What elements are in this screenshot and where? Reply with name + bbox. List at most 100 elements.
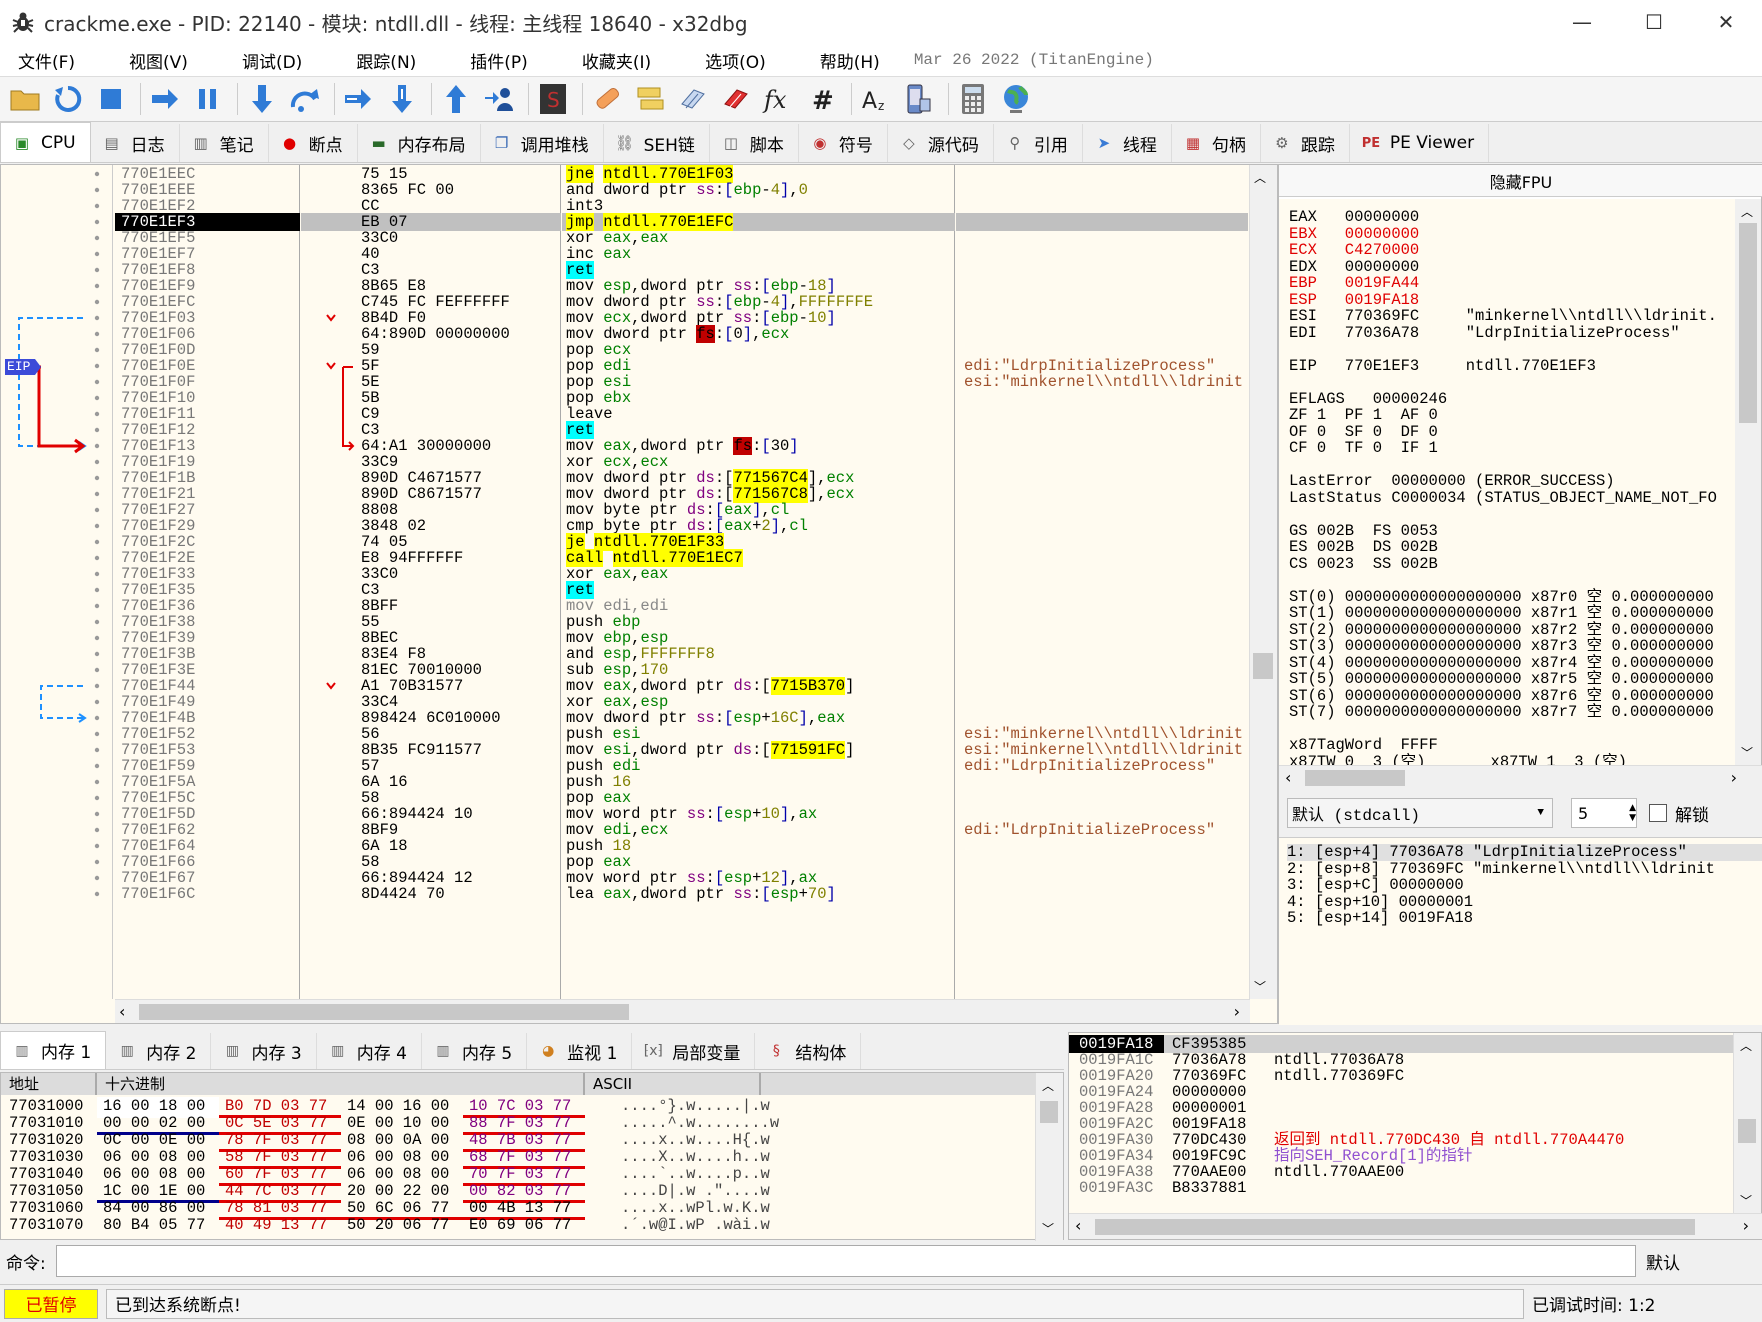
dump-ascii[interactable]: .´.w@I.wP .wài.w [585, 1216, 770, 1234]
dump-row[interactable]: 77031010 00 00 02 00 0C 5E 03 77 0E 00 10 0… [1, 1114, 779, 1135]
register-line[interactable]: EDX 00000000 [1289, 258, 1735, 276]
dump-header-address[interactable]: 地址 [1, 1073, 97, 1095]
scroll-right-icon[interactable]: › [1743, 1216, 1749, 1235]
register-line[interactable] [1289, 341, 1735, 358]
register-line[interactable]: ST(5) 0000000000000000000 x87r5 空 0.0000… [1289, 671, 1735, 688]
register-line[interactable]: ST(7) 0000000000000000000 x87r7 空 0.0000… [1289, 704, 1735, 721]
register-line[interactable] [1289, 506, 1735, 523]
dump-tab-3[interactable]: ▥ 内存 3 [211, 1033, 317, 1069]
disassembly-horizontal-scrollbar[interactable]: ‹ › [115, 999, 1250, 1023]
tab-pe-viewer[interactable]: PE PE Viewer [1349, 124, 1490, 162]
dump-row[interactable]: 77031060 84 00 86 00 78 81 03 77 50 6C 06 7… [1, 1199, 770, 1220]
dump-address[interactable]: 77031010 [1, 1114, 97, 1132]
dump-row[interactable]: 77031020 0C 00 0E 00 78 7F 03 77 08 00 0A 0… [1, 1131, 770, 1152]
scroll-down-icon[interactable]: ﹀ [1042, 1220, 1054, 1237]
scroll-down-icon[interactable]: ﹀ [1740, 1192, 1752, 1209]
scroll-right-icon[interactable]: › [1234, 1002, 1240, 1021]
disassembly-vertical-scrollbar[interactable]: ︿ ﹀ [1249, 165, 1277, 999]
register-line[interactable] [1289, 721, 1735, 738]
stop-icon[interactable] [92, 80, 130, 118]
register-line[interactable]: ST(6) 0000000000000000000 x87r6 空 0.0000… [1289, 687, 1735, 705]
registers-horizontal-scrollbar[interactable]: ‹ › [1279, 765, 1762, 789]
disasm-comment[interactable] [956, 885, 1248, 903]
functions-icon[interactable]: fx [760, 80, 798, 118]
comments-icon[interactable] [631, 80, 669, 118]
maximize-button[interactable]: ☐ [1618, 0, 1690, 44]
trace-over-icon[interactable] [383, 80, 421, 118]
calling-convention-select[interactable]: 默认 (stdcall) ▼ [1287, 798, 1553, 828]
argument-row[interactable]: 3: [esp+C] 00000000 [1287, 877, 1762, 894]
register-line[interactable]: x87TW_0 3 (空) x87TW_1 3 (空) [1289, 753, 1735, 765]
argument-row[interactable]: 1: [esp+4] 77036A78 "LdrpInitializeProce… [1287, 844, 1762, 861]
register-line[interactable] [1289, 457, 1735, 474]
scroll-thumb[interactable] [1095, 1219, 1695, 1235]
scroll-down-icon[interactable]: ﹀ [1741, 744, 1753, 761]
restart-icon[interactable] [49, 80, 87, 118]
scroll-right-icon[interactable]: › [1731, 768, 1737, 787]
dump-address[interactable]: 77031040 [1, 1165, 97, 1183]
scroll-thumb[interactable] [1040, 1101, 1058, 1123]
register-line[interactable]: OF 0 SF 0 DF 0 [1289, 423, 1735, 441]
register-line[interactable]: ST(1) 0000000000000000000 x87r1 空 0.0000… [1289, 605, 1735, 622]
memory-dump-view[interactable]: 地址 十六进制 ASCII 77031000 16 00 18 00 B0 7D 0… [0, 1072, 1064, 1241]
dump-tab-8[interactable]: § 结构体 [755, 1033, 862, 1069]
dump-address[interactable]: 77031060 [1, 1199, 97, 1217]
dump-hex-group[interactable]: 40 49 13 77 [219, 1216, 341, 1237]
disassembly-view[interactable]: EIP 770E1EEC 770E1EEE 770E1EF2 770E1EF3 770E… [0, 164, 1278, 1024]
argument-row[interactable]: 5: [esp+14] 0019FA18 [1287, 910, 1762, 927]
stack-address[interactable]: 0019FA3C [1069, 1179, 1164, 1197]
dump-address[interactable]: 77031000 [1, 1097, 97, 1115]
menu-trace[interactable]: 跟踪(N) [346, 48, 426, 73]
arguments-list[interactable]: 1: [esp+4] 77036A78 "LdrpInitializeProce… [1279, 837, 1762, 1025]
dump-ascii[interactable]: ....x..wPl.w.K.w [585, 1199, 770, 1217]
menu-options[interactable]: 选项(O) [695, 48, 776, 73]
tab-source[interactable]: ◇ 源代码 [887, 124, 994, 162]
register-line[interactable]: ST(0) 0000000000000000000 x87r0 空 0.0000… [1289, 588, 1735, 606]
bookmarks-icon[interactable] [717, 80, 755, 118]
disasm-bytes[interactable]: 8D4424 70 [301, 885, 561, 903]
menu-favourites[interactable]: 收藏夹(I) [572, 48, 661, 73]
hide-fpu-button[interactable]: 隐藏FPU [1279, 165, 1762, 197]
register-line[interactable]: EAX 00000000 [1289, 209, 1735, 226]
register-line[interactable]: ECX C4270000 [1289, 242, 1735, 259]
register-line[interactable]: CF 0 TF 0 IF 1 [1289, 440, 1735, 457]
register-line[interactable]: EFLAGS 00000246 [1289, 390, 1735, 408]
command-mode-select[interactable]: 默认 [1636, 1249, 1680, 1274]
scroll-thumb[interactable] [139, 1004, 629, 1020]
calls-icon[interactable] [900, 80, 938, 118]
register-line[interactable]: ES 002B DS 002B [1289, 539, 1735, 556]
tab-notes[interactable]: ▥ 笔记 [179, 124, 269, 162]
scroll-up-icon[interactable]: ︿ [1042, 1077, 1054, 1094]
menu-help[interactable]: 帮助(H) [810, 48, 890, 73]
stack-value[interactable]: B8337881 [1164, 1179, 1264, 1197]
tab-symbols[interactable]: ◉ 符号 [798, 124, 888, 162]
dump-row[interactable]: 77031050 1C 00 1E 00 44 7C 03 77 20 00 22 0… [1, 1182, 770, 1203]
scylla-icon[interactable]: S [534, 80, 572, 118]
register-line[interactable]: x87TagWord FFFF [1289, 737, 1735, 754]
strings-icon[interactable]: Az [857, 80, 895, 118]
dump-tab-2[interactable]: ▥ 内存 2 [106, 1033, 212, 1069]
labels-icon[interactable] [674, 80, 712, 118]
dump-tab-4[interactable]: ▥ 内存 4 [316, 1033, 422, 1069]
scroll-thumb[interactable] [1305, 770, 1405, 786]
tab-log[interactable]: ▤ 日志 [90, 124, 180, 162]
disasm-address[interactable]: 770E1F6C [115, 885, 300, 903]
dump-vertical-scrollbar[interactable]: ︿ ﹀ [1035, 1073, 1063, 1241]
dump-ascii[interactable]: ....`..w....p..w [585, 1165, 770, 1183]
register-line[interactable]: EIP 770E1EF3 ntdll.770E1EF3 [1289, 357, 1735, 375]
disasm-instruction[interactable]: lea eax,dword ptr ss:[esp+70] [562, 885, 955, 903]
scroll-thumb[interactable] [1739, 223, 1757, 423]
dump-address[interactable]: 77031070 [1, 1216, 97, 1234]
scroll-left-icon[interactable]: ‹ [1075, 1216, 1081, 1235]
dump-tab-6[interactable]: ◕ 监视 1 [527, 1033, 633, 1069]
register-line[interactable]: ST(3) 0000000000000000000 x87r3 空 0.0000… [1289, 638, 1735, 655]
tab-trace[interactable]: ⚙ 跟踪 [1260, 124, 1350, 162]
trace-into-icon[interactable] [340, 80, 378, 118]
dump-address[interactable]: 77031020 [1, 1131, 97, 1149]
scroll-thumb[interactable] [1738, 1119, 1756, 1143]
tab-references[interactable]: ⚲ 引用 [993, 124, 1083, 162]
register-line[interactable]: GS 002B FS 0053 [1289, 522, 1735, 540]
stack-horizontal-scrollbar[interactable]: ‹ › [1069, 1213, 1762, 1239]
command-input[interactable] [56, 1245, 1636, 1277]
dump-tab-5[interactable]: ▥ 内存 5 [421, 1033, 528, 1069]
